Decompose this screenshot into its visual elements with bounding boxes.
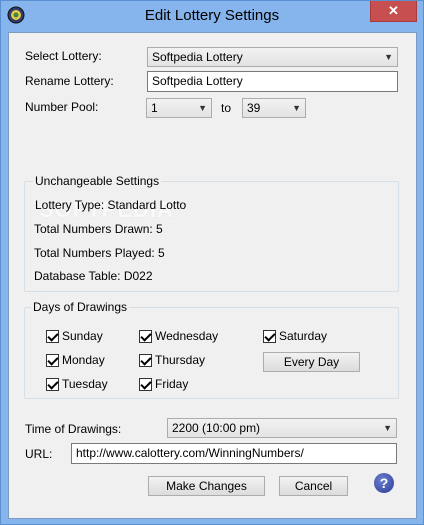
monday-checkbox[interactable]: Monday [46, 353, 105, 367]
url-input[interactable]: http://www.calottery.com/WinningNumbers/ [71, 443, 397, 464]
checkbox-checked-icon [263, 329, 276, 343]
saturday-checkbox[interactable]: Saturday [263, 329, 327, 343]
total-numbers-drawn-text: Total Numbers Drawn: 5 [34, 222, 163, 236]
chevron-down-icon: ▼ [292, 103, 301, 113]
help-icon[interactable]: ? [374, 473, 394, 493]
number-pool-to-dropdown[interactable]: 39 ▼ [242, 98, 306, 118]
number-pool-label: Number Pool: [25, 100, 99, 114]
days-of-drawings-group: Days of Drawings Sunday Monday Tuesday W… [24, 300, 399, 399]
window-title: Edit Lottery Settings [144, 7, 280, 24]
monday-label: Monday [62, 353, 105, 367]
url-label: URL: [25, 447, 53, 461]
cancel-button[interactable]: Cancel [279, 476, 348, 496]
number-pool-to-value: 39 [247, 101, 261, 115]
database-table-text: Database Table: D022 [34, 269, 153, 283]
checkbox-checked-icon [46, 329, 59, 343]
number-pool-to-label: to [221, 101, 232, 115]
dialog-window: Edit Lottery Settings ✕ SOFTPEDIA Select… [0, 0, 424, 525]
checkbox-checked-icon [139, 353, 152, 367]
every-day-button[interactable]: Every Day [263, 352, 360, 372]
time-of-drawings-dropdown[interactable]: 2200 (10:00 pm) ▼ [167, 418, 397, 438]
saturday-label: Saturday [279, 329, 328, 343]
wednesday-checkbox[interactable]: Wednesday [139, 329, 218, 343]
checkbox-checked-icon [139, 329, 152, 343]
close-button[interactable]: ✕ [370, 1, 417, 22]
chevron-down-icon: ▼ [383, 423, 392, 433]
checkbox-checked-icon [139, 377, 152, 391]
make-changes-button[interactable]: Make Changes [148, 476, 265, 496]
time-of-drawings-label: Time of Drawings: [25, 422, 122, 436]
unchangeable-settings-group: Unchangeable Settings Lottery Type: Stan… [24, 174, 399, 292]
thursday-checkbox[interactable]: Thursday [139, 353, 205, 367]
thursday-label: Thursday [155, 353, 206, 367]
select-lottery-dropdown[interactable]: Softpedia Lottery ▼ [147, 47, 398, 67]
friday-label: Friday [155, 377, 189, 391]
sunday-checkbox[interactable]: Sunday [46, 329, 103, 343]
dialog-body: SOFTPEDIA Select Lottery: Softpedia Lott… [8, 32, 417, 519]
time-of-drawings-value: 2200 (10:00 pm) [172, 421, 261, 435]
lottery-type-text: Lottery Type: Standard Lotto [35, 198, 187, 212]
number-pool-from-value: 1 [151, 101, 158, 115]
rename-lottery-input[interactable]: Softpedia Lottery [147, 71, 398, 92]
tuesday-checkbox[interactable]: Tuesday [46, 377, 108, 391]
select-lottery-label: Select Lottery: [25, 49, 102, 63]
chevron-down-icon: ▼ [198, 103, 207, 113]
days-of-drawings-title: Days of Drawings [31, 300, 130, 314]
select-lottery-value: Softpedia Lottery [152, 50, 243, 64]
title-bar[interactable]: Edit Lottery Settings ✕ [1, 1, 423, 32]
number-pool-from-dropdown[interactable]: 1 ▼ [146, 98, 212, 118]
chevron-down-icon: ▼ [384, 52, 393, 62]
friday-checkbox[interactable]: Friday [139, 377, 188, 391]
sunday-label: Sunday [62, 329, 103, 343]
wednesday-label: Wednesday [155, 329, 219, 343]
checkbox-checked-icon [46, 377, 59, 391]
rename-lottery-label: Rename Lottery: [25, 74, 114, 88]
total-numbers-played-text: Total Numbers Played: 5 [34, 246, 165, 260]
checkbox-checked-icon [46, 353, 59, 367]
unchangeable-settings-title: Unchangeable Settings [33, 174, 162, 188]
tuesday-label: Tuesday [62, 377, 108, 391]
